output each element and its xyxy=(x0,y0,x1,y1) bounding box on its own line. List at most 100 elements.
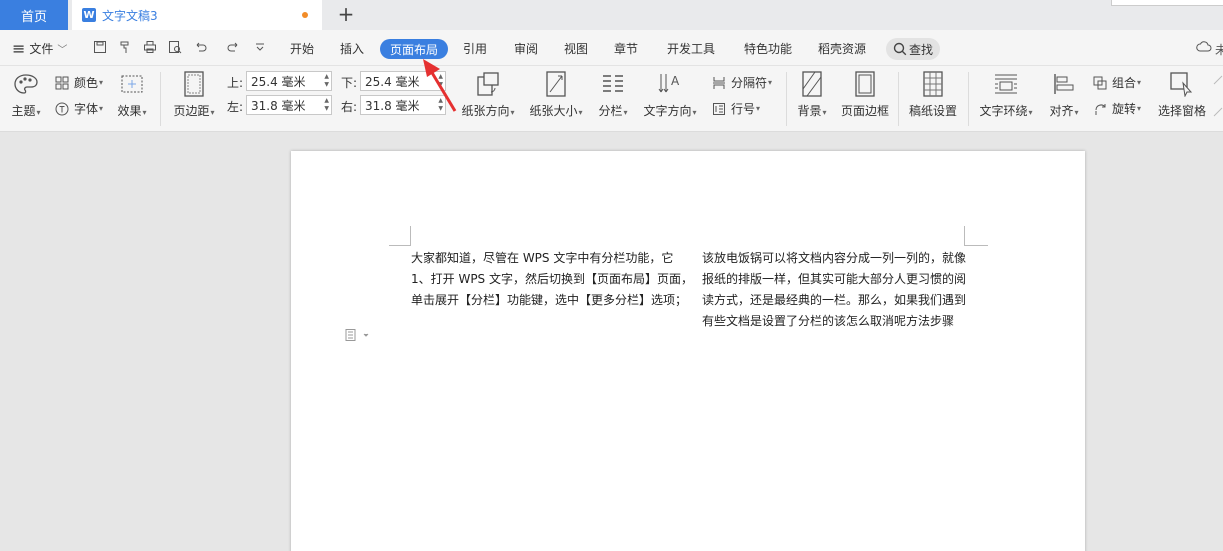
new-tab-button[interactable]: + xyxy=(336,4,356,25)
redo-icon[interactable] xyxy=(226,40,242,56)
document-area: 大家都知道，尽管在 WPS 文字中有分栏功能，它 1、打开 WPS 文字，然后切… xyxy=(0,133,1223,551)
chevron-down-icon: ﹀ xyxy=(57,44,68,56)
paragraph-line: 该放电饭锅可以将文档内容分成一列一列的，就像 xyxy=(702,251,967,265)
margin-top-value: 25.4 毫米 xyxy=(251,74,306,89)
menu-tab-start[interactable]: 开始 xyxy=(290,30,314,66)
more-icon[interactable] xyxy=(1212,74,1223,124)
rotate-button[interactable]: 旋转 ▾ xyxy=(1092,100,1141,117)
group-icon xyxy=(1092,75,1108,91)
group-label: 组合 xyxy=(1112,76,1137,90)
text-column-1[interactable]: 大家都知道，尽管在 WPS 文字中有分栏功能，它 1、打开 WPS 文字，然后切… xyxy=(411,248,693,311)
margin-top-label: 上: xyxy=(227,76,244,90)
page-break-icon xyxy=(711,75,727,91)
margin-left-input[interactable]: 31.8 毫米 ▲ ▼ xyxy=(246,95,332,115)
manuscript-settings-button[interactable]: 稿纸设置 xyxy=(906,70,960,119)
group-button[interactable]: 组合 ▾ xyxy=(1092,74,1141,91)
paper-size-label: 纸张大小 xyxy=(529,104,578,118)
margin-top-input[interactable]: 25.4 毫米 ▲ ▼ xyxy=(246,71,332,91)
align-button[interactable]: 对齐▾ xyxy=(1046,70,1082,119)
page-border-icon xyxy=(854,70,876,98)
font-label: 字体 xyxy=(74,102,99,116)
text-column-2[interactable]: 该放电饭锅可以将文档内容分成一列一列的，就像 报纸的排版一样，但其实可能大部分人… xyxy=(702,248,966,332)
selection-pane-button[interactable]: 选择窗格 xyxy=(1156,70,1208,119)
orientation-icon xyxy=(475,70,501,98)
document-page[interactable]: 大家都知道，尽管在 WPS 文字中有分栏功能，它 1、打开 WPS 文字，然后切… xyxy=(291,151,1085,551)
print-icon[interactable] xyxy=(142,40,158,56)
selection-pane-label: 选择窗格 xyxy=(1157,104,1206,118)
text-direction-icon: A xyxy=(657,70,683,98)
customize-toolbar-icon[interactable] xyxy=(252,40,268,56)
manuscript-label: 稿纸设置 xyxy=(908,104,957,118)
crop-mark-top-right xyxy=(964,226,988,246)
orientation-label: 纸张方向 xyxy=(461,104,510,118)
margins-button[interactable]: 页边距▾ xyxy=(172,70,216,119)
text-direction-button[interactable]: A 文字方向▾ xyxy=(642,70,698,119)
text-wrap-icon xyxy=(993,70,1019,98)
orientation-button[interactable]: 纸张方向▾ xyxy=(460,70,516,119)
wps-writer-icon: W xyxy=(82,8,96,22)
paper-size-button[interactable]: 纸张大小▾ xyxy=(528,70,584,119)
margin-right-input[interactable]: 31.8 毫米 ▲ ▼ xyxy=(360,95,446,115)
paragraph-line: 报纸的排版一样，但其实可能大部分人更习惯的阅 xyxy=(702,272,967,286)
separator-button[interactable]: 分隔符 ▾ xyxy=(711,74,772,91)
menu-tab-page-layout[interactable]: 页面布局 xyxy=(380,39,448,59)
page-margins-icon xyxy=(183,70,205,98)
margin-bottom-value: 25.4 毫米 xyxy=(365,74,420,89)
hamburger-icon: ≡ xyxy=(12,38,26,58)
undo-icon[interactable] xyxy=(192,40,208,56)
paragraph-line: 单击展开【分栏】功能键，选中【更多分栏】选项； xyxy=(411,293,688,307)
menu-tab-chapter[interactable]: 章节 xyxy=(614,30,638,66)
margin-left-value: 31.8 毫米 xyxy=(251,98,306,113)
background-icon xyxy=(801,70,823,98)
menu-tab-developer[interactable]: 开发工具 xyxy=(667,30,715,66)
selection-pane-icon xyxy=(1169,70,1195,98)
window-corner xyxy=(1111,0,1223,6)
margin-bottom-label: 下: xyxy=(341,76,358,90)
font-circle-icon xyxy=(54,101,70,117)
tab-document[interactable]: W 文字文稿3 xyxy=(72,0,322,30)
color-button[interactable]: 颜色 ▾ xyxy=(54,74,103,91)
unsaved-dot-icon xyxy=(302,12,308,18)
align-label: 对齐 xyxy=(1049,104,1074,118)
margin-right-value: 31.8 毫米 xyxy=(365,98,420,113)
text-wrap-button[interactable]: 文字环绕▾ xyxy=(976,70,1036,119)
align-icon xyxy=(1052,70,1076,98)
save-icon[interactable] xyxy=(92,40,108,56)
ribbon-separator xyxy=(160,72,161,126)
theme-label: 主题 xyxy=(11,104,36,118)
menu-bar: ≡ 文件 ﹀ 开始 插入 页面布局 引用 审阅 视图 章节 开发工具 特色功能 … xyxy=(0,30,1223,66)
margin-bottom-input[interactable]: 25.4 毫米 ▲ ▼ xyxy=(360,71,446,91)
background-button[interactable]: 背景▾ xyxy=(794,70,830,119)
paragraph-line: 读方式，还是最经典的一栏。那么，如果我们遇到 xyxy=(702,293,967,307)
line-number-button[interactable]: 行号 ▾ xyxy=(711,100,760,117)
menu-tab-insert[interactable]: 插入 xyxy=(340,30,364,66)
page-border-label: 页面边框 xyxy=(840,104,889,118)
manuscript-grid-icon xyxy=(922,70,944,98)
menu-tab-references[interactable]: 引用 xyxy=(463,30,487,66)
columns-icon xyxy=(601,70,625,98)
file-menu[interactable]: ≡ 文件 ﹀ xyxy=(12,30,67,66)
menu-tab-review[interactable]: 审阅 xyxy=(514,30,538,66)
columns-button[interactable]: 分栏▾ xyxy=(596,70,630,119)
search-button[interactable]: 查找 xyxy=(886,38,940,60)
font-theme-button[interactable]: 字体 ▾ xyxy=(54,100,103,117)
margin-right-label: 右: xyxy=(341,100,358,114)
cloud-icon[interactable] xyxy=(1196,40,1212,58)
print-preview-icon[interactable] xyxy=(167,40,183,56)
menu-tab-docer[interactable]: 稻壳资源 xyxy=(818,30,866,66)
effect-button[interactable]: 效果▾ xyxy=(114,70,150,119)
paragraph-line: 大家都知道，尽管在 WPS 文字中有分栏功能，它 xyxy=(411,251,674,265)
paragraph-layout-icon[interactable] xyxy=(345,329,369,344)
menu-tab-features[interactable]: 特色功能 xyxy=(744,30,792,66)
theme-button[interactable]: 主题▾ xyxy=(8,70,44,119)
margin-left-label: 左: xyxy=(227,100,244,114)
search-icon xyxy=(893,42,907,56)
page-border-button[interactable]: 页面边框 xyxy=(840,70,890,119)
tab-home[interactable]: 首页 xyxy=(0,0,68,30)
color-label: 颜色 xyxy=(74,76,99,90)
svg-text:A: A xyxy=(671,74,680,88)
text-direction-label: 文字方向 xyxy=(643,104,692,118)
format-painter-icon[interactable] xyxy=(117,40,133,56)
menu-tab-view[interactable]: 视图 xyxy=(564,30,588,66)
line-number-icon xyxy=(711,101,727,117)
